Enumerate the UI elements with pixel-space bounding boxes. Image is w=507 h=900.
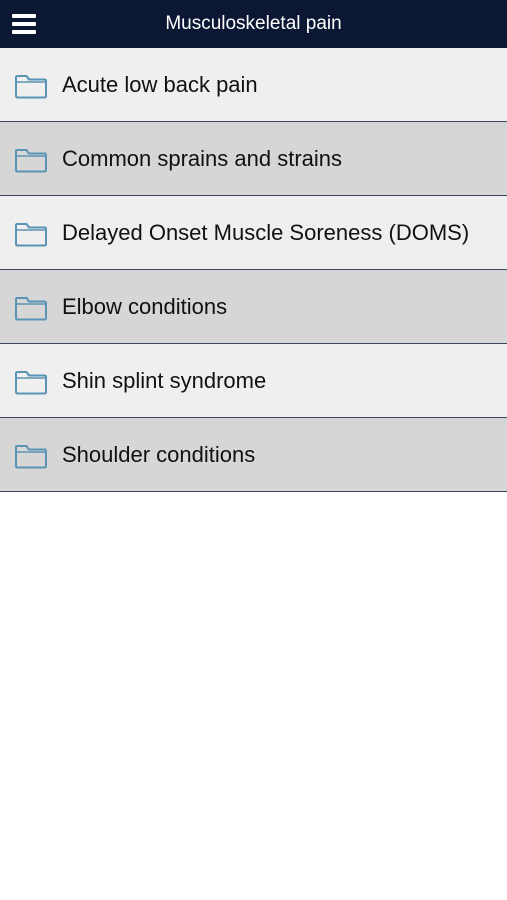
list-item[interactable]: Shoulder conditions bbox=[0, 418, 507, 492]
folder-icon bbox=[15, 149, 47, 173]
list-item-label: Acute low back pain bbox=[62, 72, 258, 97]
folder-icon bbox=[15, 371, 47, 395]
folder-icon bbox=[15, 445, 47, 469]
hamburger-menu-icon[interactable] bbox=[10, 11, 38, 37]
app-screen: Musculoskeletal pain Acute low back pain… bbox=[0, 0, 507, 900]
folder-icon bbox=[15, 223, 47, 247]
list-item[interactable]: Common sprains and strains bbox=[0, 122, 507, 196]
folder-icon bbox=[15, 75, 47, 99]
folder-icon bbox=[15, 297, 47, 321]
list-item[interactable]: Elbow conditions bbox=[0, 270, 507, 344]
top-app-bar: Musculoskeletal pain bbox=[0, 0, 507, 48]
list-item-label: Elbow conditions bbox=[62, 294, 228, 319]
list-item-label: Common sprains and strains bbox=[62, 146, 343, 171]
list-item-label: Shin splint syndrome bbox=[62, 368, 267, 393]
list-item-label: Delayed Onset Muscle Soreness (DOMS) bbox=[62, 220, 470, 245]
list-item[interactable]: Delayed Onset Muscle Soreness (DOMS) bbox=[0, 196, 507, 270]
page-title: Musculoskeletal pain bbox=[165, 13, 342, 34]
list-item-label: Shoulder conditions bbox=[62, 442, 256, 467]
topic-list: Acute low back pain Common sprains and s… bbox=[0, 48, 507, 492]
list-item[interactable]: Acute low back pain bbox=[0, 48, 507, 122]
list-item[interactable]: Shin splint syndrome bbox=[0, 344, 507, 418]
